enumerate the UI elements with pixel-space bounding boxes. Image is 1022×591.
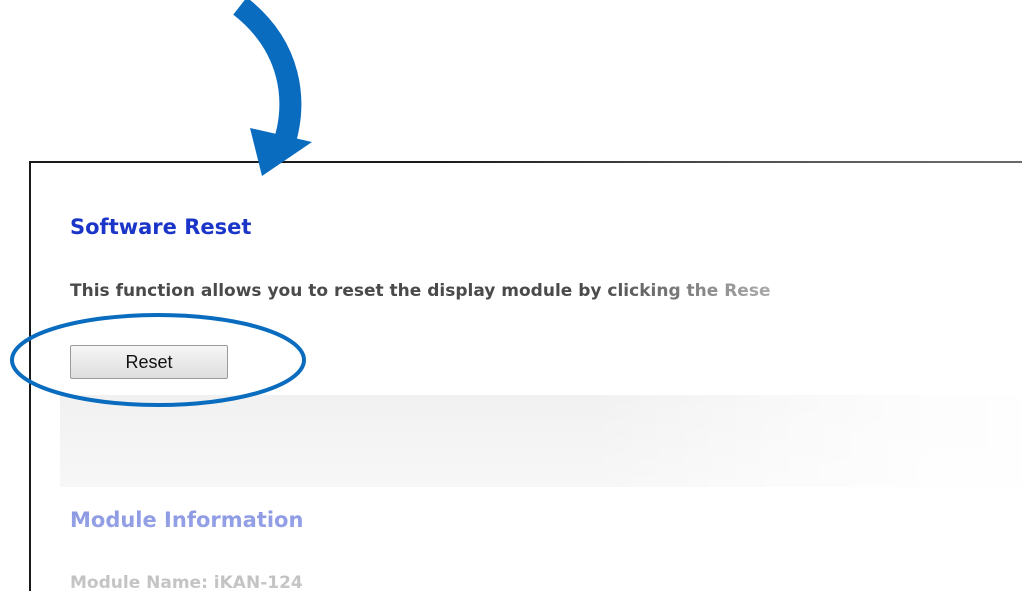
module-information-title: Module Information [70,508,304,532]
section-divider-band [60,395,1022,487]
screenshot-stage: Software Reset This function allows you … [0,0,1022,591]
reset-button[interactable]: Reset [70,345,228,379]
settings-panel: Software Reset This function allows you … [29,161,1022,591]
module-name-text: Module Name: iKAN-124 [70,573,303,591]
software-reset-description: This function allows you to reset the di… [70,281,771,301]
software-reset-title: Software Reset [70,215,252,239]
curved-down-arrow-icon [233,0,312,176]
